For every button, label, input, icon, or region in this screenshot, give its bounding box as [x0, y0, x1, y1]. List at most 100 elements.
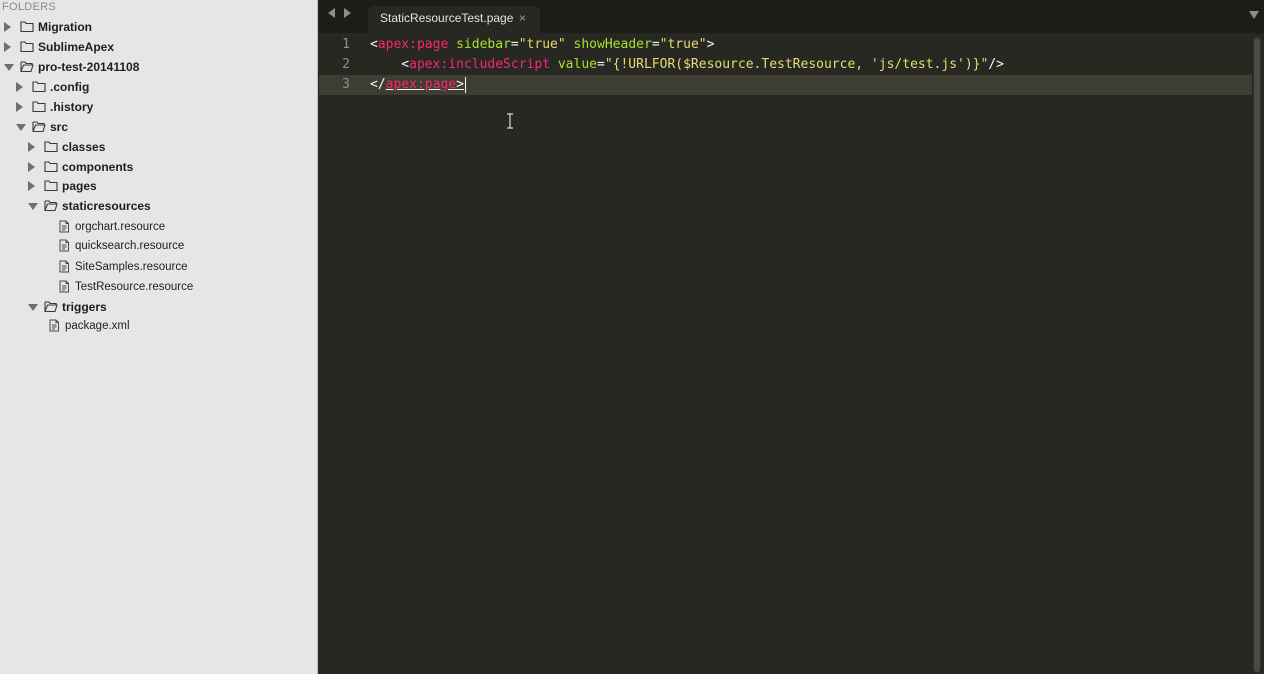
folder-icon	[44, 161, 58, 173]
tree-item-label: pro-test-20141108	[38, 60, 140, 74]
code-token: value	[557, 57, 597, 72]
code-token: =	[510, 37, 519, 52]
sidebar: FOLDERS Migration SublimeApex pro-test-201…	[0, 0, 318, 674]
tree-item-label: package.xml	[65, 320, 130, 332]
tree-item-label: orgchart.resource	[75, 221, 166, 233]
tree-folder-row[interactable]: classes	[0, 137, 317, 157]
tree-file-row[interactable]: TestResource.resource	[0, 277, 317, 297]
tree-item-label: SublimeApex	[38, 40, 115, 54]
folder-icon	[44, 180, 58, 192]
file-icon	[49, 319, 59, 332]
file-icon	[59, 239, 69, 252]
expand-arrow-icon[interactable]	[28, 203, 38, 210]
file-icon	[59, 280, 69, 293]
chevron-down-icon[interactable]	[1249, 11, 1259, 19]
tab-static-resource-test[interactable]: StaticResourceTest.page ×	[368, 6, 540, 33]
collapse-arrow-icon[interactable]	[28, 181, 35, 191]
tree-item-label: Migration	[38, 20, 92, 34]
expand-arrow-icon[interactable]	[4, 64, 14, 71]
editor-pane: StaticResourceTest.page × 1 <apex:page si…	[319, 0, 1264, 674]
tree-file-row[interactable]: package.xml	[0, 316, 317, 336]
code-area[interactable]: 1 <apex:page sidebar="true" showHeader="t…	[319, 35, 1252, 674]
tab-bar: StaticResourceTest.page ×	[319, 0, 1264, 33]
tree-folder-row[interactable]: .config	[0, 77, 317, 97]
collapse-arrow-icon[interactable]	[4, 22, 11, 32]
folder-icon	[32, 81, 46, 93]
nav-back-icon[interactable]	[328, 8, 335, 18]
collapse-arrow-icon[interactable]	[4, 42, 11, 52]
collapse-arrow-icon[interactable]	[28, 142, 35, 152]
tree-item-label: triggers	[62, 300, 107, 314]
code-token: apex:page	[385, 77, 457, 92]
code-token: "{!URLFOR($Resource.TestResource, 'js/te…	[604, 57, 989, 72]
line-number: 1	[342, 37, 350, 52]
folder-icon	[20, 41, 34, 53]
tree-item-label: TestResource.resource	[75, 281, 194, 293]
scrollbar-thumb[interactable]	[1254, 38, 1260, 672]
tree-folder-row[interactable]: Migration	[0, 17, 317, 37]
tree-file-row[interactable]: SiteSamples.resource	[0, 257, 317, 277]
code-token: >	[706, 37, 715, 52]
nav-forward-icon[interactable]	[344, 8, 351, 18]
code-token: sidebar	[456, 37, 511, 52]
collapse-arrow-icon[interactable]	[28, 162, 35, 172]
tree-folder-row[interactable]: .history	[0, 97, 317, 117]
code-token: </	[370, 77, 386, 92]
file-icon	[59, 260, 69, 273]
tab-title: StaticResourceTest.page	[380, 11, 514, 25]
file-icon	[59, 220, 69, 233]
code-token: apex:includeScript	[409, 57, 551, 72]
tree-folder-row[interactable]: staticresources	[0, 196, 317, 216]
tree-folder-row[interactable]: triggers	[0, 297, 317, 317]
code-token: =	[651, 37, 660, 52]
tree-item-label: src	[50, 120, 69, 134]
code-line[interactable]: 2 <apex:includeScript value="{!URLFOR($R…	[319, 55, 1252, 75]
i-beam-cursor-icon	[507, 113, 513, 129]
close-icon[interactable]: ×	[519, 10, 526, 26]
tree-file-row[interactable]: orgchart.resource	[0, 217, 317, 237]
folder-icon	[32, 121, 46, 133]
vertical-scrollbar[interactable]	[1253, 36, 1261, 674]
code-text: <apex:page sidebar="true" showHeader="tr…	[370, 37, 714, 52]
tree-folder-row[interactable]: SublimeApex	[0, 37, 317, 57]
code-token: >	[456, 77, 464, 92]
tree-item-label: quicksearch.resource	[75, 240, 185, 252]
code-token: <	[370, 57, 410, 72]
tree-item-label: SiteSamples.resource	[75, 261, 188, 273]
tree-item-label: pages	[62, 179, 97, 193]
tree-folder-row[interactable]: components	[0, 157, 317, 177]
code-text: <apex:includeScript value="{!URLFOR($Res…	[370, 57, 1004, 72]
tree-item-label: components	[62, 160, 134, 174]
tree-item-label: classes	[62, 140, 106, 154]
tree-item-label: .config	[50, 80, 90, 94]
folder-icon	[44, 200, 58, 212]
code-token: "true"	[659, 37, 707, 52]
folder-icon	[44, 141, 58, 153]
folder-icon	[20, 21, 34, 33]
tree-file-row[interactable]: quicksearch.resource	[0, 236, 317, 256]
code-text: </apex:page>	[370, 77, 464, 92]
expand-arrow-icon[interactable]	[28, 304, 38, 311]
code-token: <	[370, 37, 378, 52]
code-line[interactable]: 1 <apex:page sidebar="true" showHeader="t…	[319, 35, 1252, 55]
text-caret	[465, 77, 466, 93]
folder-icon	[32, 101, 46, 113]
tree-item-label: staticresources	[62, 199, 151, 213]
folder-icon	[44, 301, 58, 313]
code-token: apex:page	[377, 37, 449, 52]
sidebar-header: FOLDERS	[2, 1, 57, 13]
collapse-arrow-icon[interactable]	[16, 82, 23, 92]
code-line[interactable]: 3 </apex:page>	[319, 75, 1252, 95]
code-token: />	[988, 57, 1004, 72]
tree-folder-row[interactable]: src	[0, 117, 317, 137]
tree-folder-row[interactable]: pro-test-20141108	[0, 57, 317, 77]
expand-arrow-icon[interactable]	[16, 124, 26, 131]
tree-item-label: .history	[50, 100, 94, 114]
tree-folder-row[interactable]: pages	[0, 176, 317, 196]
code-token: =	[597, 57, 605, 72]
line-number: 2	[342, 57, 350, 72]
collapse-arrow-icon[interactable]	[16, 102, 23, 112]
